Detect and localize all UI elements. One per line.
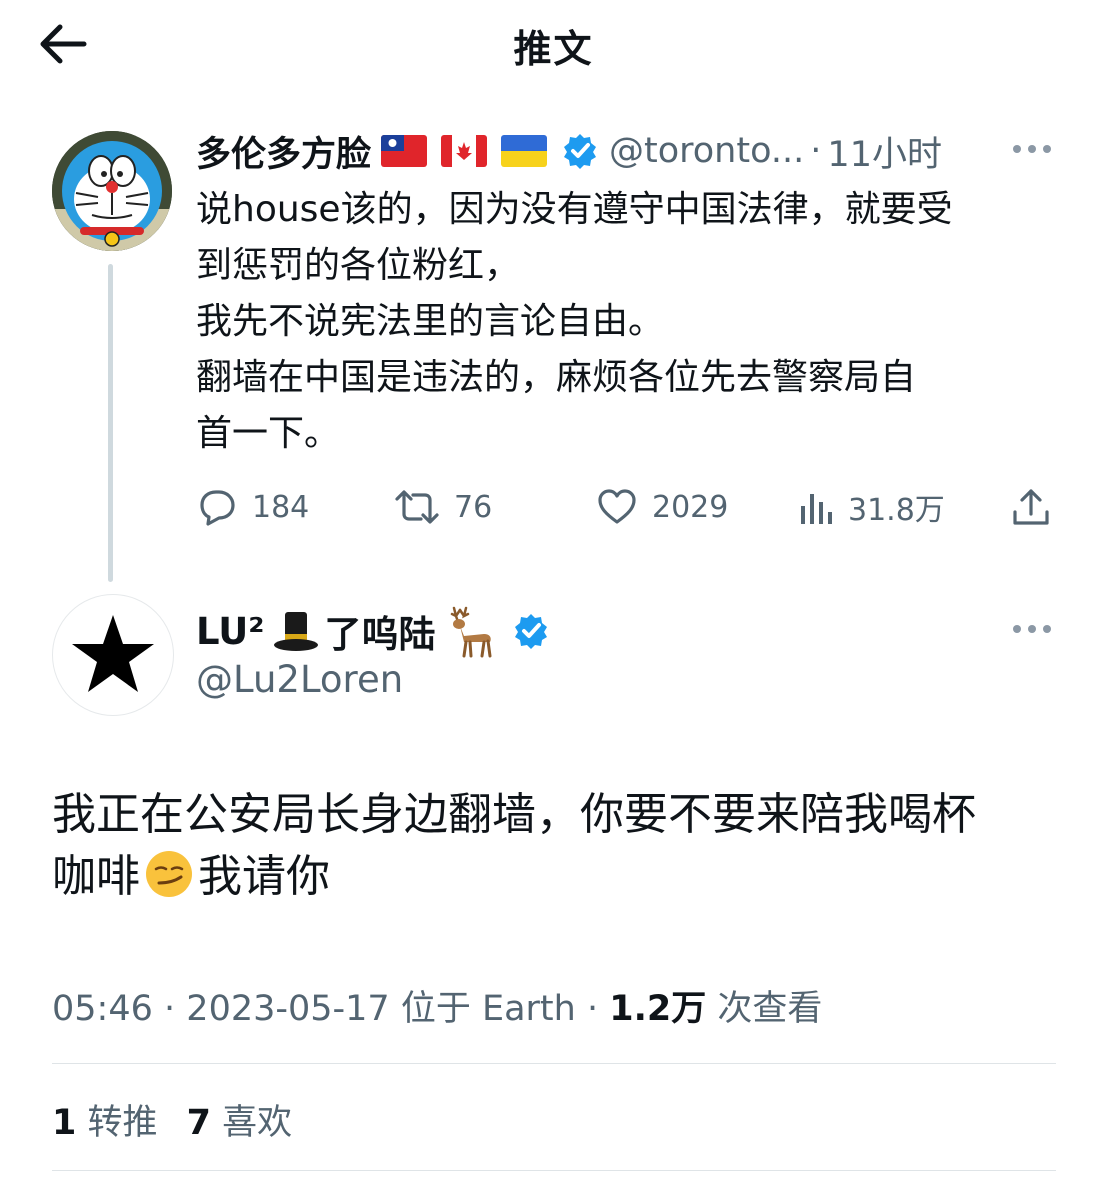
share-button[interactable] bbox=[1010, 484, 1052, 530]
more-horizontal-icon bbox=[1013, 145, 1051, 153]
retweet-count: 76 bbox=[454, 489, 493, 525]
like-button[interactable]: 2029 bbox=[596, 484, 728, 530]
retweet-icon bbox=[395, 490, 439, 524]
share-icon bbox=[1013, 489, 1049, 525]
parent-tweet-header: 多伦多方脸 @toronto... · 11小时 bbox=[196, 126, 942, 177]
tweet-stats: 1 转推 7 喜欢 bbox=[52, 1094, 292, 1145]
tweet-meta: 05:46 · 2023-05-17 位于 Earth · 1.2万 次查看 bbox=[52, 980, 822, 1031]
meta-separator: · bbox=[586, 989, 599, 1029]
heart-icon bbox=[598, 489, 636, 524]
doraemon-avatar-image bbox=[52, 131, 172, 251]
page-title: 推文 bbox=[513, 27, 594, 71]
retweet-button[interactable]: 76 bbox=[394, 484, 492, 530]
top-hat-icon bbox=[271, 606, 321, 656]
tweet-date[interactable]: 2023-05-17 bbox=[186, 989, 389, 1029]
tweet-text: 我正在公安局长身边翻墙，你要不要来陪我喝杯 咖啡 我请你 bbox=[52, 784, 1062, 908]
deer-icon bbox=[440, 604, 496, 658]
reply-button[interactable]: 184 bbox=[196, 484, 309, 530]
ukraine-flag-icon bbox=[501, 135, 548, 167]
parent-more-options-button[interactable] bbox=[1010, 134, 1054, 164]
retweet-total: 1 bbox=[52, 1103, 77, 1143]
author-avatar[interactable] bbox=[52, 594, 174, 716]
black-star-icon bbox=[72, 615, 154, 692]
author-name[interactable]: LU² bbox=[196, 610, 265, 653]
parent-tweet-text: 说house该的，因为没有遵守中国法律，就要受 到惩罚的各位粉红， 我先不说宪法… bbox=[196, 189, 953, 454]
reply-count: 184 bbox=[252, 489, 310, 525]
tweet-time[interactable]: 05:46 bbox=[52, 989, 153, 1029]
author-name-row: LU² 了呜陆 bbox=[196, 604, 550, 658]
header-separator: · bbox=[810, 131, 822, 171]
retweets-stat[interactable]: 1 转推 bbox=[52, 1103, 158, 1143]
retweet-label: 转推 bbox=[87, 1103, 158, 1143]
view-count: 31.8万 bbox=[848, 493, 945, 528]
author-handle[interactable]: @Lu2Loren bbox=[196, 658, 403, 701]
like-total: 7 bbox=[186, 1103, 212, 1143]
canada-flag-icon bbox=[441, 135, 488, 167]
verified-badge-icon bbox=[561, 132, 599, 170]
parent-author-handle[interactable]: @toronto... bbox=[609, 131, 804, 171]
taiwan-flag-icon bbox=[381, 135, 428, 167]
parent-tweet-time[interactable]: 11小时 bbox=[827, 126, 942, 177]
parent-author-name[interactable]: 多伦多方脸 bbox=[196, 126, 371, 177]
tweet-view-label: 次查看 bbox=[717, 989, 823, 1029]
views-button[interactable]: 31.8万 bbox=[798, 484, 945, 530]
tweet-text-end: 我请你 bbox=[198, 851, 330, 902]
more-options-button[interactable] bbox=[1010, 614, 1054, 644]
parent-author-avatar[interactable] bbox=[52, 131, 172, 251]
tweet-location: 位于 Earth bbox=[400, 989, 576, 1029]
tweet-view-count: 1.2万 bbox=[609, 989, 707, 1029]
analytics-bar-icon bbox=[801, 494, 832, 524]
meta-separator: · bbox=[164, 989, 176, 1029]
likes-stat[interactable]: 7 喜欢 bbox=[187, 1103, 293, 1143]
divider bbox=[52, 1170, 1056, 1171]
author-name-suffix[interactable]: 了呜陆 bbox=[325, 604, 436, 658]
smirking-face-icon bbox=[144, 849, 194, 899]
like-count: 2029 bbox=[652, 489, 729, 525]
thread-connector-line bbox=[108, 264, 113, 582]
like-label: 喜欢 bbox=[222, 1103, 293, 1143]
divider bbox=[52, 1063, 1056, 1064]
reply-icon bbox=[200, 490, 235, 526]
more-horizontal-icon bbox=[1013, 625, 1051, 633]
verified-badge-icon bbox=[512, 612, 550, 650]
